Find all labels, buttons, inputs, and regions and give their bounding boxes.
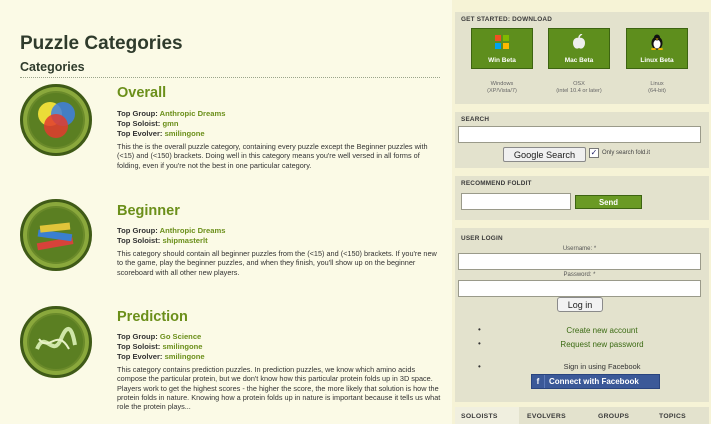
- bullet: •: [478, 362, 481, 371]
- leaderboard-tabs: SOLOISTS EVOLVERS GROUPS TOPICS: [455, 407, 709, 424]
- apple-icon: [549, 33, 609, 50]
- download-box: GET STARTED: DOWNLOAD Win Beta Mac Beta: [455, 12, 709, 104]
- top-evolver-link[interactable]: smilingone: [165, 129, 205, 138]
- category-description: This category contains prediction puzzle…: [117, 365, 441, 412]
- recommend-email-input[interactable]: [461, 193, 571, 210]
- password-field[interactable]: [458, 280, 701, 297]
- linux-note: Linux (64-bit): [621, 81, 693, 95]
- linux-beta-button[interactable]: Linux Beta: [626, 28, 688, 69]
- search-heading: SEARCH: [461, 116, 490, 123]
- category-title[interactable]: Overall: [117, 85, 166, 101]
- top-evolver-link[interactable]: smilingone: [165, 352, 205, 361]
- os-requirement: (XP/Vista/7): [487, 88, 517, 94]
- category-description: This category should contain all beginne…: [117, 249, 437, 277]
- mac-beta-label: Mac Beta: [564, 57, 594, 64]
- os-name: Windows: [490, 81, 514, 87]
- mac-beta-button[interactable]: Mac Beta: [548, 28, 610, 69]
- tab-soloists[interactable]: SOLOISTS: [461, 413, 498, 420]
- username-field[interactable]: [458, 253, 701, 270]
- linux-beta-label: Linux Beta: [640, 57, 674, 64]
- create-account-link[interactable]: Create new account: [532, 326, 672, 335]
- category-meta: Top Group: Anthropic Dreams Top Soloist:…: [117, 109, 225, 139]
- meta-label: Top Group:: [117, 226, 158, 235]
- only-search-checkbox[interactable]: ✓: [589, 148, 599, 158]
- meta-label: Top Soloist:: [117, 342, 161, 351]
- meta-label: Top Evolver:: [117, 129, 163, 138]
- login-heading: USER LOGIN: [461, 235, 503, 242]
- request-password-link[interactable]: Request new password: [532, 340, 672, 349]
- top-soloist-link[interactable]: gmn: [162, 119, 178, 128]
- connect-facebook-button[interactable]: f Connect with Facebook: [531, 374, 660, 389]
- meta-label: Top Soloist:: [117, 236, 161, 245]
- send-button[interactable]: Send: [575, 195, 642, 209]
- category-meta: Top Group: Go Science Top Soloist: smili…: [117, 332, 205, 362]
- section-heading: Categories: [20, 60, 85, 74]
- google-search-button[interactable]: Google Search: [503, 147, 586, 162]
- beginner-badge-icon[interactable]: [20, 199, 92, 271]
- win-beta-button[interactable]: Win Beta: [471, 28, 533, 69]
- category-title[interactable]: Beginner: [117, 203, 180, 219]
- win-beta-label: Win Beta: [488, 57, 516, 64]
- tab-evolvers[interactable]: EVOLVERS: [527, 413, 566, 420]
- bullet: •: [478, 325, 481, 334]
- top-group-link[interactable]: Go Science: [160, 332, 201, 341]
- top-soloist-link[interactable]: shipmasterlt: [162, 236, 207, 245]
- recommend-heading: RECOMMEND FOLDIT: [461, 180, 532, 187]
- os-name: Linux: [650, 81, 664, 87]
- bullet: •: [478, 339, 481, 348]
- section-divider: [20, 77, 440, 78]
- windows-icon: [472, 34, 532, 50]
- password-label: Password: *: [563, 272, 596, 278]
- tab-groups[interactable]: GROUPS: [598, 413, 629, 420]
- category-description: This the is the overall puzzle category,…: [117, 142, 428, 170]
- meta-label: Top Evolver:: [117, 352, 163, 361]
- facebook-button-label: Connect with Facebook: [549, 377, 639, 386]
- top-soloist-link[interactable]: smilingone: [162, 342, 202, 351]
- search-input[interactable]: [458, 126, 701, 143]
- top-group-link[interactable]: Anthropic Dreams: [160, 109, 226, 118]
- facebook-signin-note: Sign in using Facebook: [563, 362, 641, 371]
- meta-label: Top Group:: [117, 109, 158, 118]
- only-search-label: Only search fold.it: [602, 150, 651, 156]
- main-content: Puzzle Categories Categories Overall Top…: [0, 0, 452, 424]
- linux-penguin-icon: [627, 34, 687, 50]
- os-requirement: (64-bit): [648, 88, 666, 94]
- top-group-link[interactable]: Anthropic Dreams: [160, 226, 226, 235]
- category-meta: Top Group: Anthropic Dreams Top Soloist:…: [117, 226, 225, 246]
- os-requirement: (intel 10.4 or later): [556, 88, 602, 94]
- category-title[interactable]: Prediction: [117, 309, 188, 325]
- os-name: OSX: [573, 81, 585, 87]
- download-heading: GET STARTED: DOWNLOAD: [461, 16, 553, 23]
- meta-label: Top Group:: [117, 332, 158, 341]
- facebook-icon: f: [532, 375, 545, 388]
- username-label: Username: *: [562, 246, 597, 252]
- login-button[interactable]: Log in: [557, 297, 603, 312]
- prediction-badge-icon[interactable]: [20, 306, 92, 378]
- meta-label: Top Soloist:: [117, 119, 161, 128]
- tab-topics[interactable]: TOPICS: [659, 413, 686, 420]
- mac-note: OSX (intel 10.4 or later): [543, 81, 615, 95]
- sidebar: GET STARTED: DOWNLOAD Win Beta Mac Beta: [452, 0, 711, 424]
- overall-badge-icon[interactable]: [20, 84, 92, 156]
- windows-note: Windows (XP/Vista/7): [466, 81, 538, 95]
- page-title: Puzzle Categories: [20, 33, 183, 54]
